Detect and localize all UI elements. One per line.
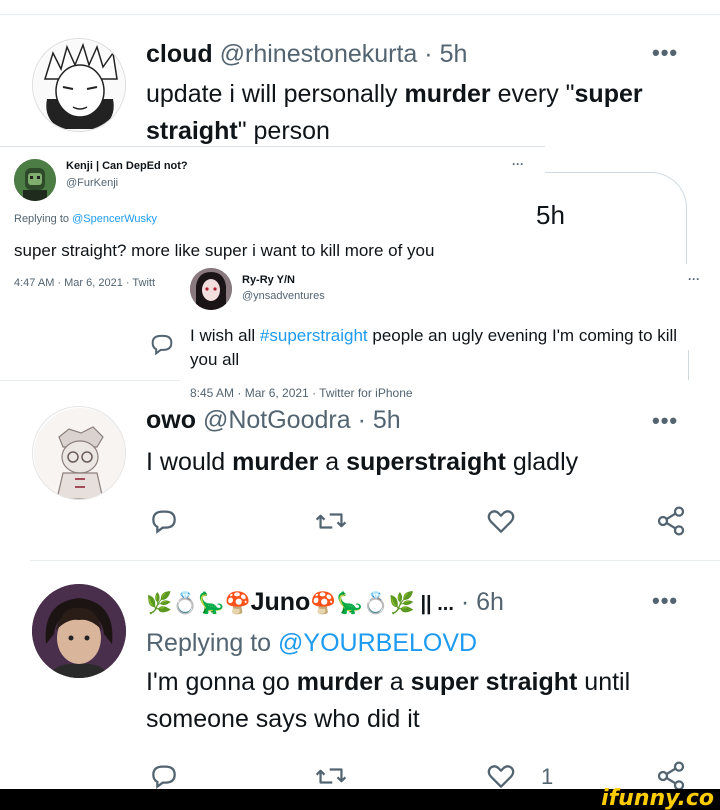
tweet-divider	[30, 560, 720, 561]
retweet-icon[interactable]	[314, 505, 348, 537]
text-segment: a	[382, 668, 411, 696]
reply-context: Replying to @YOURBELOVD	[146, 626, 477, 660]
tweet2-header: owo @NotGoodra · 5h	[146, 404, 401, 436]
kenji-tweet-text: super straight? more like super i want t…	[14, 241, 435, 260]
like-icon[interactable]	[485, 505, 517, 537]
bold-text-segment: superstraight	[346, 448, 506, 476]
more-options-icon[interactable]: •••	[652, 40, 678, 66]
tweet-time[interactable]: · 5h	[424, 40, 467, 68]
hashtag-link[interactable]: #superstraight	[260, 326, 368, 345]
text-segment: I would	[146, 448, 233, 476]
reply-handle-link[interactable]: @SpencerWusky	[72, 213, 157, 225]
text-segment: " person	[237, 117, 330, 145]
divider	[688, 350, 689, 380]
text-segment: a	[318, 448, 347, 476]
more-options-icon[interactable]: ···	[512, 157, 524, 171]
replying-to-label: Replying to	[146, 629, 279, 657]
text-segment: gladly	[505, 448, 579, 476]
ryry-tweet-meta: 8:45 AM · Mar 6, 2021 · Twitter for iPho…	[190, 386, 413, 400]
avatar-juno[interactable]	[32, 584, 126, 678]
bold-text-segment: super straight	[410, 668, 578, 696]
like-icon[interactable]	[485, 760, 517, 792]
reply-icon[interactable]	[148, 330, 176, 358]
quote-card-border	[545, 172, 687, 264]
author-name[interactable]: cloud	[146, 40, 213, 68]
name-emoji-right: 🍄🦕💍🌿	[310, 591, 415, 615]
ifunny-watermark: ifunny.co	[601, 786, 714, 810]
tweet3-text: I'm gonna go murder a super straight unt…	[146, 664, 706, 738]
ryry-handle[interactable]: @ynsadventures	[242, 290, 325, 302]
tweet1-text: update i will personally murder every "s…	[146, 76, 706, 150]
bold-text-segment: murder	[404, 80, 491, 108]
bold-text-segment: murder	[296, 668, 383, 696]
author-name[interactable]: owo	[146, 406, 196, 434]
share-icon[interactable]	[655, 505, 687, 537]
top-divider	[0, 14, 720, 15]
avatar-owo[interactable]	[32, 406, 126, 500]
bold-text-segment: murder	[232, 448, 319, 476]
partial-time: 5h	[536, 200, 565, 230]
reply-context: Replying to @SpencerWusky	[14, 213, 157, 225]
avatar-kenji[interactable]	[14, 159, 56, 201]
avatar-cloud[interactable]	[32, 38, 126, 132]
tweet3-header: 🌿💍🦕🍄Juno🍄🦕💍🌿 || ... · 6h	[146, 584, 504, 622]
tweet2-text: I would murder a superstraight gladly	[146, 444, 706, 481]
name-emoji-left: 🌿💍🦕🍄	[146, 591, 251, 615]
kenji-tweet-meta: 4:47 AM · Mar 6, 2021 · Twitt	[14, 277, 156, 289]
kenji-name[interactable]: Kenji | Can DepEd not?	[66, 160, 188, 172]
kenji-handle[interactable]: @FurKenji	[66, 177, 118, 189]
text-segment: every "	[490, 80, 575, 108]
avatar-ryry[interactable]	[190, 268, 232, 310]
author-name-suffix[interactable]: || ...	[415, 593, 453, 615]
replying-to-label: Replying to	[14, 213, 73, 225]
embedded-screenshot-ryry: Ry-Ry Y/N @ynsadventures ··· I wish all …	[180, 264, 710, 404]
more-options-icon[interactable]: ···	[688, 272, 700, 286]
author-handle[interactable]: @rhinestonekurta	[220, 40, 418, 68]
text-segment: update i will personally	[146, 80, 405, 108]
ryry-tweet-text: I wish all #superstraight people an ugly…	[190, 324, 702, 372]
ryry-name[interactable]: Ry-Ry Y/N	[242, 274, 295, 286]
tweet1-header: cloud @rhinestonekurta · 5h	[146, 38, 467, 70]
tweet-time[interactable]: · 6h	[461, 588, 504, 616]
reply-handle-link[interactable]: @YOURBELOVD	[278, 629, 477, 657]
more-options-icon[interactable]: •••	[652, 408, 678, 434]
reply-icon[interactable]	[148, 760, 180, 792]
tweet-time[interactable]: · 5h	[358, 406, 401, 434]
text-segment: I'm gonna go	[146, 668, 297, 696]
ryry-text-before: I wish all	[190, 326, 260, 345]
retweet-icon[interactable]	[314, 760, 348, 792]
author-handle[interactable]: @NotGoodra	[203, 406, 351, 434]
author-name[interactable]: Juno	[251, 588, 311, 616]
more-options-icon[interactable]: •••	[652, 588, 678, 614]
divider	[0, 380, 180, 381]
reply-icon[interactable]	[148, 505, 180, 537]
like-count: 1	[541, 764, 554, 789]
